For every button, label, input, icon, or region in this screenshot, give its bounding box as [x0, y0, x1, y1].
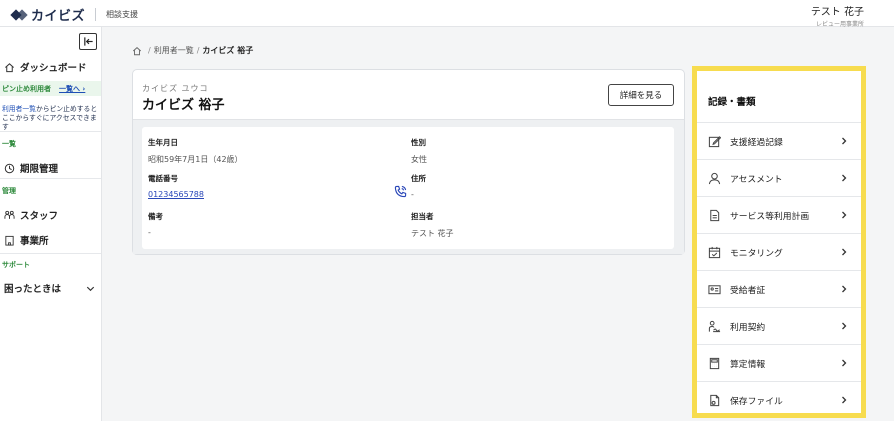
chevron-right-icon [842, 174, 847, 182]
sidebar-collapse-button[interactable] [79, 33, 97, 50]
user-office: レビュー用事業所 [815, 21, 864, 28]
record-item-service-contract[interactable]: 利用契約 [697, 307, 861, 344]
record-item-monitoring[interactable]: モニタリング [697, 233, 861, 270]
chevron-right-icon [842, 285, 847, 293]
user-menu[interactable]: テスト 花子 レビュー用事業所 [811, 3, 864, 28]
file-icon [710, 394, 720, 406]
brand-divider [95, 8, 97, 21]
record-item-label: 支援経過記録 [730, 137, 783, 148]
user-list-link[interactable]: 利用者一覧 [2, 105, 36, 113]
pinned-users-header: ピン止め利用者 一覧へ › [0, 81, 101, 96]
brand-logo-icon [10, 8, 28, 22]
calculator-icon [709, 357, 720, 369]
chevron-right-icon [842, 359, 847, 367]
sidebar-section-list: 一覧 [2, 140, 16, 148]
edit-icon [708, 135, 721, 147]
sidebar-item-dashboard[interactable]: ダッシュボード [4, 60, 87, 74]
sidebar-item-label: 期限管理 [20, 164, 59, 175]
chevron-down-icon [86, 286, 95, 291]
gender-value: 女性 [411, 155, 427, 164]
top-header: カイビズ 相談支援 テスト 花子 レビュー用事業所 [0, 0, 894, 28]
record-item-label: アセスメント [730, 174, 783, 185]
record-item-support-progress[interactable]: 支援経過記録 [697, 122, 861, 159]
phone-call-icon[interactable] [394, 185, 407, 198]
id-card-icon [708, 284, 721, 294]
person-icon [708, 172, 721, 184]
sidebar-divider [0, 178, 101, 179]
user-profile-card: カイビズ ユウコ カイビズ 裕子 詳細を見る 生年月日 昭和59年7月1日（42… [132, 69, 685, 255]
chevron-right-icon [842, 211, 847, 219]
home-icon [5, 62, 14, 72]
user-name-kana: カイビズ ユウコ [142, 84, 209, 93]
calendar-check-icon [708, 246, 721, 258]
sidebar-divider [0, 131, 101, 132]
note-label: 備考 [148, 212, 163, 221]
staff-icon [4, 210, 15, 219]
pinned-users-description: 利用者一覧からピン止めするとここからすぐにアクセスできます [2, 105, 101, 132]
sidebar-item-label: ダッシュボード [20, 63, 87, 74]
building-icon [5, 235, 14, 246]
record-item-calculation-info[interactable]: 算定情報 [697, 344, 861, 381]
chevron-right-icon [842, 248, 847, 256]
sidebar-item-label: 困ったときは [4, 284, 62, 295]
gender-label: 性別 [411, 138, 426, 147]
user-name: カイビズ 裕子 [142, 98, 225, 113]
view-details-button[interactable]: 詳細を見る [608, 84, 674, 106]
breadcrumb-separator: / [196, 46, 200, 55]
user-info-panel: 生年月日 昭和59年7月1日（42歳） 性別 女性 電話番号 012345657… [142, 127, 674, 249]
phone-label: 電話番号 [148, 174, 178, 183]
chevron-right-icon [842, 396, 847, 404]
document-icon [710, 209, 720, 221]
breadcrumb-separator: / [148, 46, 151, 55]
signature-icon [708, 320, 721, 332]
sidebar-item-office[interactable]: 事業所 [4, 233, 49, 247]
pinned-users-list-link[interactable]: 一覧へ › [59, 84, 85, 94]
sidebar-item-period-management[interactable]: 期限管理 [4, 161, 58, 175]
birthdate-value: 昭和59年7月1日（42歳） [148, 155, 243, 164]
record-item-label: モニタリング [730, 248, 783, 259]
record-item-recipient-certificate[interactable]: 受給者証 [697, 270, 861, 307]
sidebar: ダッシュボード ピン止め利用者 一覧へ › 利用者一覧からピン止めするとここから… [0, 27, 102, 421]
sidebar-item-help[interactable]: 困ったときは [4, 281, 96, 295]
chevron-right-icon [842, 137, 847, 145]
breadcrumb-current: カイビズ 裕子 [202, 46, 254, 55]
record-item-service-plan[interactable]: サービス等利用計画 [697, 196, 861, 233]
sidebar-section-admin: 管理 [2, 187, 16, 195]
collapse-left-icon [83, 37, 93, 46]
sidebar-item-label: スタッフ [20, 211, 59, 222]
note-value: - [148, 228, 151, 237]
app-name: 相談支援 [106, 10, 139, 19]
sidebar-section-support: サポート [2, 261, 30, 269]
brand[interactable]: カイビズ 相談支援 [10, 5, 139, 24]
home-icon[interactable] [132, 46, 142, 56]
user-name: テスト 花子 [810, 7, 864, 18]
sidebar-divider [0, 253, 101, 254]
record-item-assessment[interactable]: アセスメント [697, 159, 861, 196]
record-item-label: サービス等利用計画 [730, 211, 810, 222]
records-panel: 記録・書類 支援経過記録 アセスメント サービス等利用計画 モニタリング 受給者… [692, 66, 866, 418]
sidebar-item-label: 事業所 [20, 236, 49, 247]
record-item-label: 算定情報 [730, 359, 766, 370]
record-item-label: 保存ファイル [730, 396, 783, 407]
pinned-users-label: ピン止め利用者 [2, 85, 51, 93]
brand-name: カイビズ [31, 9, 86, 24]
record-item-label: 受給者証 [730, 285, 766, 296]
staff-value: テスト 花子 [411, 229, 454, 238]
records-title: 記録・書類 [708, 97, 756, 108]
record-item-label: 利用契約 [730, 322, 766, 333]
breadcrumb: / 利用者一覧 / カイビズ 裕子 [132, 45, 253, 56]
record-item-saved-files[interactable]: 保存ファイル [697, 381, 861, 418]
phone-number-link[interactable]: 01234565788 [148, 190, 204, 199]
address-value: - [411, 190, 414, 199]
clock-icon [4, 163, 15, 173]
user-info-area: 生年月日 昭和59年7月1日（42歳） 性別 女性 電話番号 012345657… [133, 119, 684, 254]
chevron-right-icon [842, 322, 847, 330]
birthdate-label: 生年月日 [148, 138, 178, 147]
staff-label: 担当者 [411, 212, 434, 221]
breadcrumb-user-list[interactable]: 利用者一覧 [154, 45, 194, 56]
address-label: 住所 [411, 174, 426, 183]
sidebar-item-staff[interactable]: スタッフ [4, 208, 58, 222]
